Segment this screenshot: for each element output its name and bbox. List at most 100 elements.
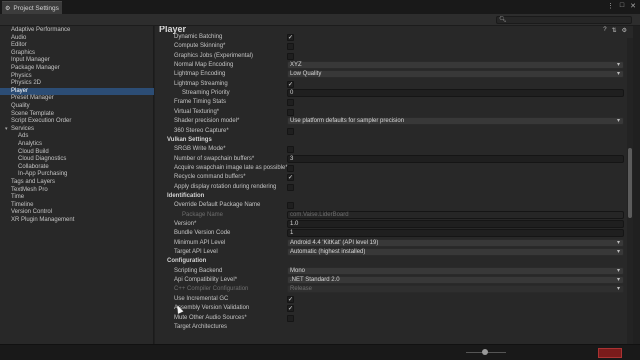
search-row: 🔍︎: [0, 14, 640, 26]
sidebar-item[interactable]: Physics: [0, 73, 154, 81]
setting-label: Compute Skinning*: [174, 43, 226, 50]
sidebar-item[interactable]: In-App Purchasing: [0, 171, 154, 179]
search-input[interactable]: 🔍︎: [496, 16, 632, 24]
sidebar-item-label: Physics 2D: [11, 80, 42, 87]
sidebar-item[interactable]: Preset Manager: [0, 95, 154, 103]
setting-dropdown[interactable]: Automatic (highest installed): [287, 248, 624, 257]
sidebar-item[interactable]: Audio: [0, 35, 154, 43]
setting-dropdown[interactable]: Low Quality: [287, 70, 624, 79]
setting-text-field: com.Vaise.LiderBoard: [287, 210, 624, 219]
setting-dropdown[interactable]: Mono: [287, 266, 624, 275]
settings-row: Normal Map Encoding XYZ: [155, 61, 633, 70]
setting-checkbox[interactable]: [287, 108, 294, 116]
setting-label: Graphics Jobs (Experimental): [174, 52, 254, 59]
sidebar-item[interactable]: XR Plugin Management: [0, 217, 154, 225]
sidebar-item[interactable]: Timeline: [0, 202, 154, 210]
setting-checkbox[interactable]: ✓: [287, 34, 294, 41]
sidebar-item[interactable]: Package Manager: [0, 65, 154, 73]
gear-icon: ⚙: [5, 5, 11, 12]
sidebar-item-label: Tags and Layers: [11, 179, 56, 185]
sidebar-item-label: Analytics: [18, 141, 43, 147]
settings-row: Apply display rotation during rendering: [155, 183, 633, 192]
sidebar-item[interactable]: ▾ Services: [0, 126, 154, 134]
sidebar-item[interactable]: Cloud Diagnostics: [0, 156, 154, 164]
sidebar-item[interactable]: Graphics: [0, 50, 154, 58]
sidebar-item[interactable]: Physics 2D: [0, 80, 154, 88]
sidebar-item[interactable]: Tags and Layers: [0, 179, 154, 187]
sidebar-item[interactable]: Collaborate: [0, 164, 154, 172]
zoom-slider-handle[interactable]: [482, 349, 488, 355]
sidebar-item-label: Services: [11, 125, 35, 132]
sidebar-item[interactable]: Player: [0, 87, 154, 96]
setting-checkbox[interactable]: [287, 52, 294, 60]
settings-row: Assembly Version Validation ✓: [155, 304, 633, 313]
sidebar-item-label: Input Manager: [11, 57, 50, 64]
setting-checkbox[interactable]: [287, 183, 294, 191]
setting-checkbox[interactable]: [287, 314, 294, 322]
chevron-down-icon[interactable]: ▾: [5, 126, 8, 134]
sidebar-item[interactable]: Editor: [0, 42, 154, 50]
sidebar-item[interactable]: Quality: [0, 103, 154, 111]
close-icon[interactable]: ✕: [630, 2, 636, 10]
setting-checkbox[interactable]: [287, 43, 294, 51]
setting-checkbox[interactable]: ✓: [287, 295, 294, 303]
sidebar-item-label: Preset Manager: [11, 95, 54, 102]
setting-checkbox[interactable]: [287, 164, 294, 172]
setting-dropdown[interactable]: Use platform defaults for sampler precis…: [287, 117, 624, 126]
menu-dots-icon[interactable]: ⋮: [607, 2, 614, 10]
sidebar-item-label: In-App Purchasing: [18, 171, 68, 178]
player-settings-panel: Player ? ⇅ ⚙ Dynamic Batching ✓ Compute Sk…: [155, 26, 633, 344]
setting-label: Override Default Package Name: [174, 202, 261, 209]
settings-row: Bundle Version Code 1: [155, 229, 633, 238]
setting-checkbox[interactable]: [287, 202, 294, 210]
setting-text-field[interactable]: 0: [287, 89, 624, 98]
settings-row: Recycle command buffers* ✓: [155, 173, 633, 182]
setting-label: Apply display rotation during rendering: [174, 183, 277, 190]
sidebar-item-label: Version Control: [11, 209, 53, 216]
setting-text-field[interactable]: 1: [287, 229, 624, 238]
sidebar-item[interactable]: Analytics: [0, 141, 154, 149]
tab-project-settings[interactable]: ⚙ Project Settings: [2, 1, 62, 14]
settings-row: Streaming Priority 0: [155, 89, 633, 98]
setting-checkbox[interactable]: [287, 99, 294, 107]
setting-checkbox[interactable]: [287, 146, 294, 154]
window-tab-bar: ⚙ Project Settings ⋮ □ ✕: [0, 0, 640, 14]
window-controls: ⋮ □ ✕: [607, 2, 636, 10]
setting-checkbox[interactable]: ✓: [287, 305, 294, 313]
sidebar-item[interactable]: Cloud Build: [0, 149, 154, 157]
settings-row: Minimum API Level Android 4.4 'KitKat' (A…: [155, 238, 633, 248]
settings-row: Api Compatibility Level* .NET Standard 2.…: [155, 276, 633, 285]
setting-checkbox[interactable]: ✓: [287, 80, 294, 88]
setting-label: Version*: [174, 221, 197, 227]
setting-dropdown[interactable]: XYZ: [287, 61, 624, 70]
sidebar-item[interactable]: TextMesh Pro: [0, 187, 154, 195]
sidebar-item-label: XR Plugin Management: [11, 217, 75, 223]
sidebar-item[interactable]: Input Manager: [0, 57, 154, 65]
sidebar-item[interactable]: Adaptive Performance: [0, 27, 154, 35]
setting-dropdown[interactable]: .NET Standard 2.0: [287, 276, 624, 285]
setting-label: Minimum API Level: [174, 239, 226, 246]
sidebar-item[interactable]: Ads: [0, 133, 154, 141]
setting-label: Target API Level: [174, 249, 218, 256]
setting-text-field[interactable]: 3: [287, 154, 624, 163]
setting-checkbox[interactable]: [287, 127, 294, 135]
sidebar-item[interactable]: Scene Template: [0, 111, 154, 119]
sidebar-item-label: Editor: [11, 42, 27, 49]
settings-row: Lightmap Streaming ✓: [155, 80, 633, 89]
setting-text-field[interactable]: 1.0: [287, 220, 624, 228]
sidebar-item[interactable]: Time: [0, 194, 154, 202]
settings-row: Number of swapchain buffers* 3: [155, 154, 633, 164]
setting-label: Target Architectures: [174, 323, 228, 330]
settings-row: Target Architectures: [155, 323, 633, 332]
setting-label: Virtual Texturing*: [174, 108, 220, 115]
setting-label: 360 Stereo Capture*: [174, 127, 229, 134]
sidebar-item-label: Package Manager: [11, 65, 60, 71]
maximize-icon[interactable]: □: [620, 2, 624, 10]
sidebar-item[interactable]: Version Control: [0, 209, 154, 217]
status-badge: [598, 348, 622, 358]
settings-row: Package Name com.Vaise.LiderBoard: [155, 210, 633, 220]
setting-label: Bundle Version Code: [174, 230, 231, 237]
setting-dropdown[interactable]: Android 4.4 'KitKat' (API level 19): [287, 238, 624, 247]
setting-checkbox[interactable]: ✓: [287, 174, 294, 182]
sidebar-item[interactable]: Script Execution Order: [0, 118, 154, 126]
